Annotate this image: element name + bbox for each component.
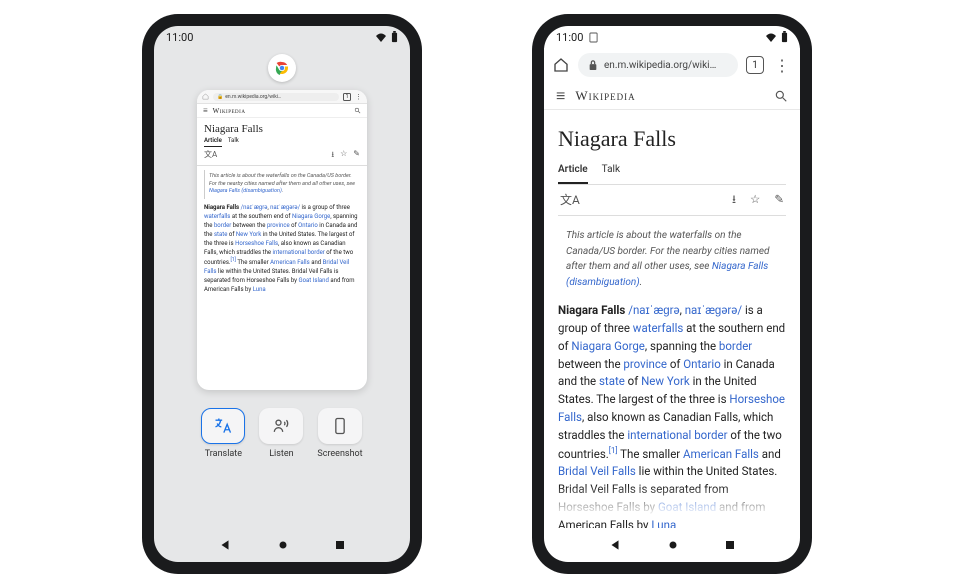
chrome-icon bbox=[273, 59, 291, 77]
article-content[interactable]: Niagara Falls Article Talk 文A ⭳ ☆ ✎ This… bbox=[544, 110, 800, 528]
tab-article[interactable]: Article bbox=[558, 162, 588, 184]
app-icon-chrome[interactable] bbox=[268, 54, 296, 82]
mini-tab-article: Article bbox=[204, 137, 222, 147]
battery-icon bbox=[391, 31, 398, 43]
mini-chrome-toolbar: 🔒en.m.wikipedia.org/wiki… 1 ⋮ bbox=[197, 90, 367, 104]
mini-tab-count: 1 bbox=[343, 93, 351, 101]
tab-talk[interactable]: Talk bbox=[602, 162, 620, 184]
nav-bar bbox=[154, 528, 410, 562]
wifi-icon bbox=[765, 32, 777, 42]
tab-count[interactable]: 1 bbox=[746, 56, 764, 74]
disambiguation-note: This article is about the waterfalls on … bbox=[558, 224, 786, 294]
kebab-icon[interactable]: ⋮ bbox=[772, 56, 792, 75]
url-bar[interactable]: en.m.wikipedia.org/wiki… bbox=[578, 53, 738, 77]
download-icon[interactable]: ⭳ bbox=[732, 191, 736, 210]
page-title: Niagara Falls bbox=[558, 122, 786, 156]
mini-tabs: Article Talk bbox=[197, 137, 367, 147]
nav-recents-icon[interactable] bbox=[334, 539, 346, 551]
listen-icon bbox=[271, 416, 291, 436]
translate-icon[interactable]: 文A bbox=[560, 191, 580, 210]
url-text: en.m.wikipedia.org/wiki… bbox=[604, 60, 716, 71]
mini-tab-talk: Talk bbox=[228, 137, 239, 147]
translate-icon bbox=[213, 416, 233, 436]
mini-disambig: This article is about the waterfalls on … bbox=[204, 170, 360, 199]
edit-icon: ✎ bbox=[353, 149, 360, 163]
article-body: Niagara Falls /naɪˈæɡrə, naɪˈæɡərə/ is a… bbox=[558, 302, 786, 528]
wiki-logo[interactable]: Wikipedia bbox=[575, 88, 635, 104]
download-icon: ⭳ bbox=[331, 149, 334, 163]
nav-back-icon[interactable] bbox=[218, 538, 232, 552]
action-translate[interactable]: Translate bbox=[201, 408, 245, 459]
search-icon bbox=[354, 107, 361, 114]
phone-overview: 11:00 🔒 bbox=[142, 14, 422, 574]
action-label: Translate bbox=[205, 449, 242, 459]
search-icon[interactable] bbox=[774, 89, 788, 103]
mini-title: Niagara Falls bbox=[197, 118, 367, 137]
recents-overview: 🔒en.m.wikipedia.org/wiki… 1 ⋮ ≡ Wikipedi… bbox=[154, 48, 410, 528]
wiki-header: ≡ Wikipedia bbox=[544, 82, 800, 110]
nav-bar bbox=[544, 528, 800, 562]
battery-icon bbox=[781, 31, 788, 43]
wiki-logo: Wikipedia bbox=[213, 107, 246, 115]
screen: 11:00 en.m.wikipedia.org/wiki… 1 ⋮ ≡ Wik… bbox=[544, 26, 800, 562]
translate-icon: 文A bbox=[204, 149, 217, 163]
screen: 11:00 🔒 bbox=[154, 26, 410, 562]
chrome-toolbar: en.m.wikipedia.org/wiki… 1 ⋮ bbox=[544, 48, 800, 82]
status-bar: 11:00 bbox=[544, 26, 800, 48]
recents-card[interactable]: 🔒en.m.wikipedia.org/wiki… 1 ⋮ ≡ Wikipedi… bbox=[197, 90, 367, 390]
star-icon: ☆ bbox=[340, 149, 347, 163]
mini-tools: 文A ⭳ ☆ ✎ bbox=[197, 147, 367, 166]
mini-wiki-header: ≡ Wikipedia bbox=[197, 104, 367, 118]
article-tabs: Article Talk bbox=[558, 162, 786, 185]
nav-home-icon[interactable] bbox=[276, 538, 290, 552]
mini-url: 🔒en.m.wikipedia.org/wiki… bbox=[213, 93, 339, 101]
star-icon[interactable]: ☆ bbox=[750, 191, 760, 210]
phone-browser: 11:00 en.m.wikipedia.org/wiki… 1 ⋮ ≡ Wik… bbox=[532, 14, 812, 574]
overview-actions: Translate Listen Screenshot bbox=[201, 408, 362, 459]
hamburger-icon: ≡ bbox=[203, 106, 208, 115]
clock: 11:00 bbox=[556, 31, 583, 44]
wifi-icon bbox=[375, 32, 387, 42]
clock: 11:00 bbox=[166, 31, 193, 44]
action-screenshot[interactable]: Screenshot bbox=[317, 408, 362, 459]
mini-body: Niagara Falls /naɪˈæɡrə, naɪˈæɡərə/ is a… bbox=[197, 203, 367, 294]
edit-icon[interactable]: ✎ bbox=[774, 191, 784, 210]
action-label: Screenshot bbox=[317, 449, 362, 459]
home-icon bbox=[202, 93, 209, 100]
nav-back-icon[interactable] bbox=[608, 538, 622, 552]
lock-icon bbox=[588, 59, 598, 71]
nav-home-icon[interactable] bbox=[666, 538, 680, 552]
card-icon bbox=[589, 32, 598, 43]
action-label: Listen bbox=[269, 449, 293, 459]
home-icon[interactable] bbox=[552, 56, 570, 74]
screenshot-icon bbox=[330, 416, 350, 436]
hamburger-icon[interactable]: ≡ bbox=[556, 86, 565, 106]
article-tools: 文A ⭳ ☆ ✎ bbox=[558, 185, 786, 217]
action-listen[interactable]: Listen bbox=[259, 408, 303, 459]
status-bar: 11:00 bbox=[154, 26, 410, 48]
nav-recents-icon[interactable] bbox=[724, 539, 736, 551]
kebab-icon: ⋮ bbox=[355, 93, 362, 101]
